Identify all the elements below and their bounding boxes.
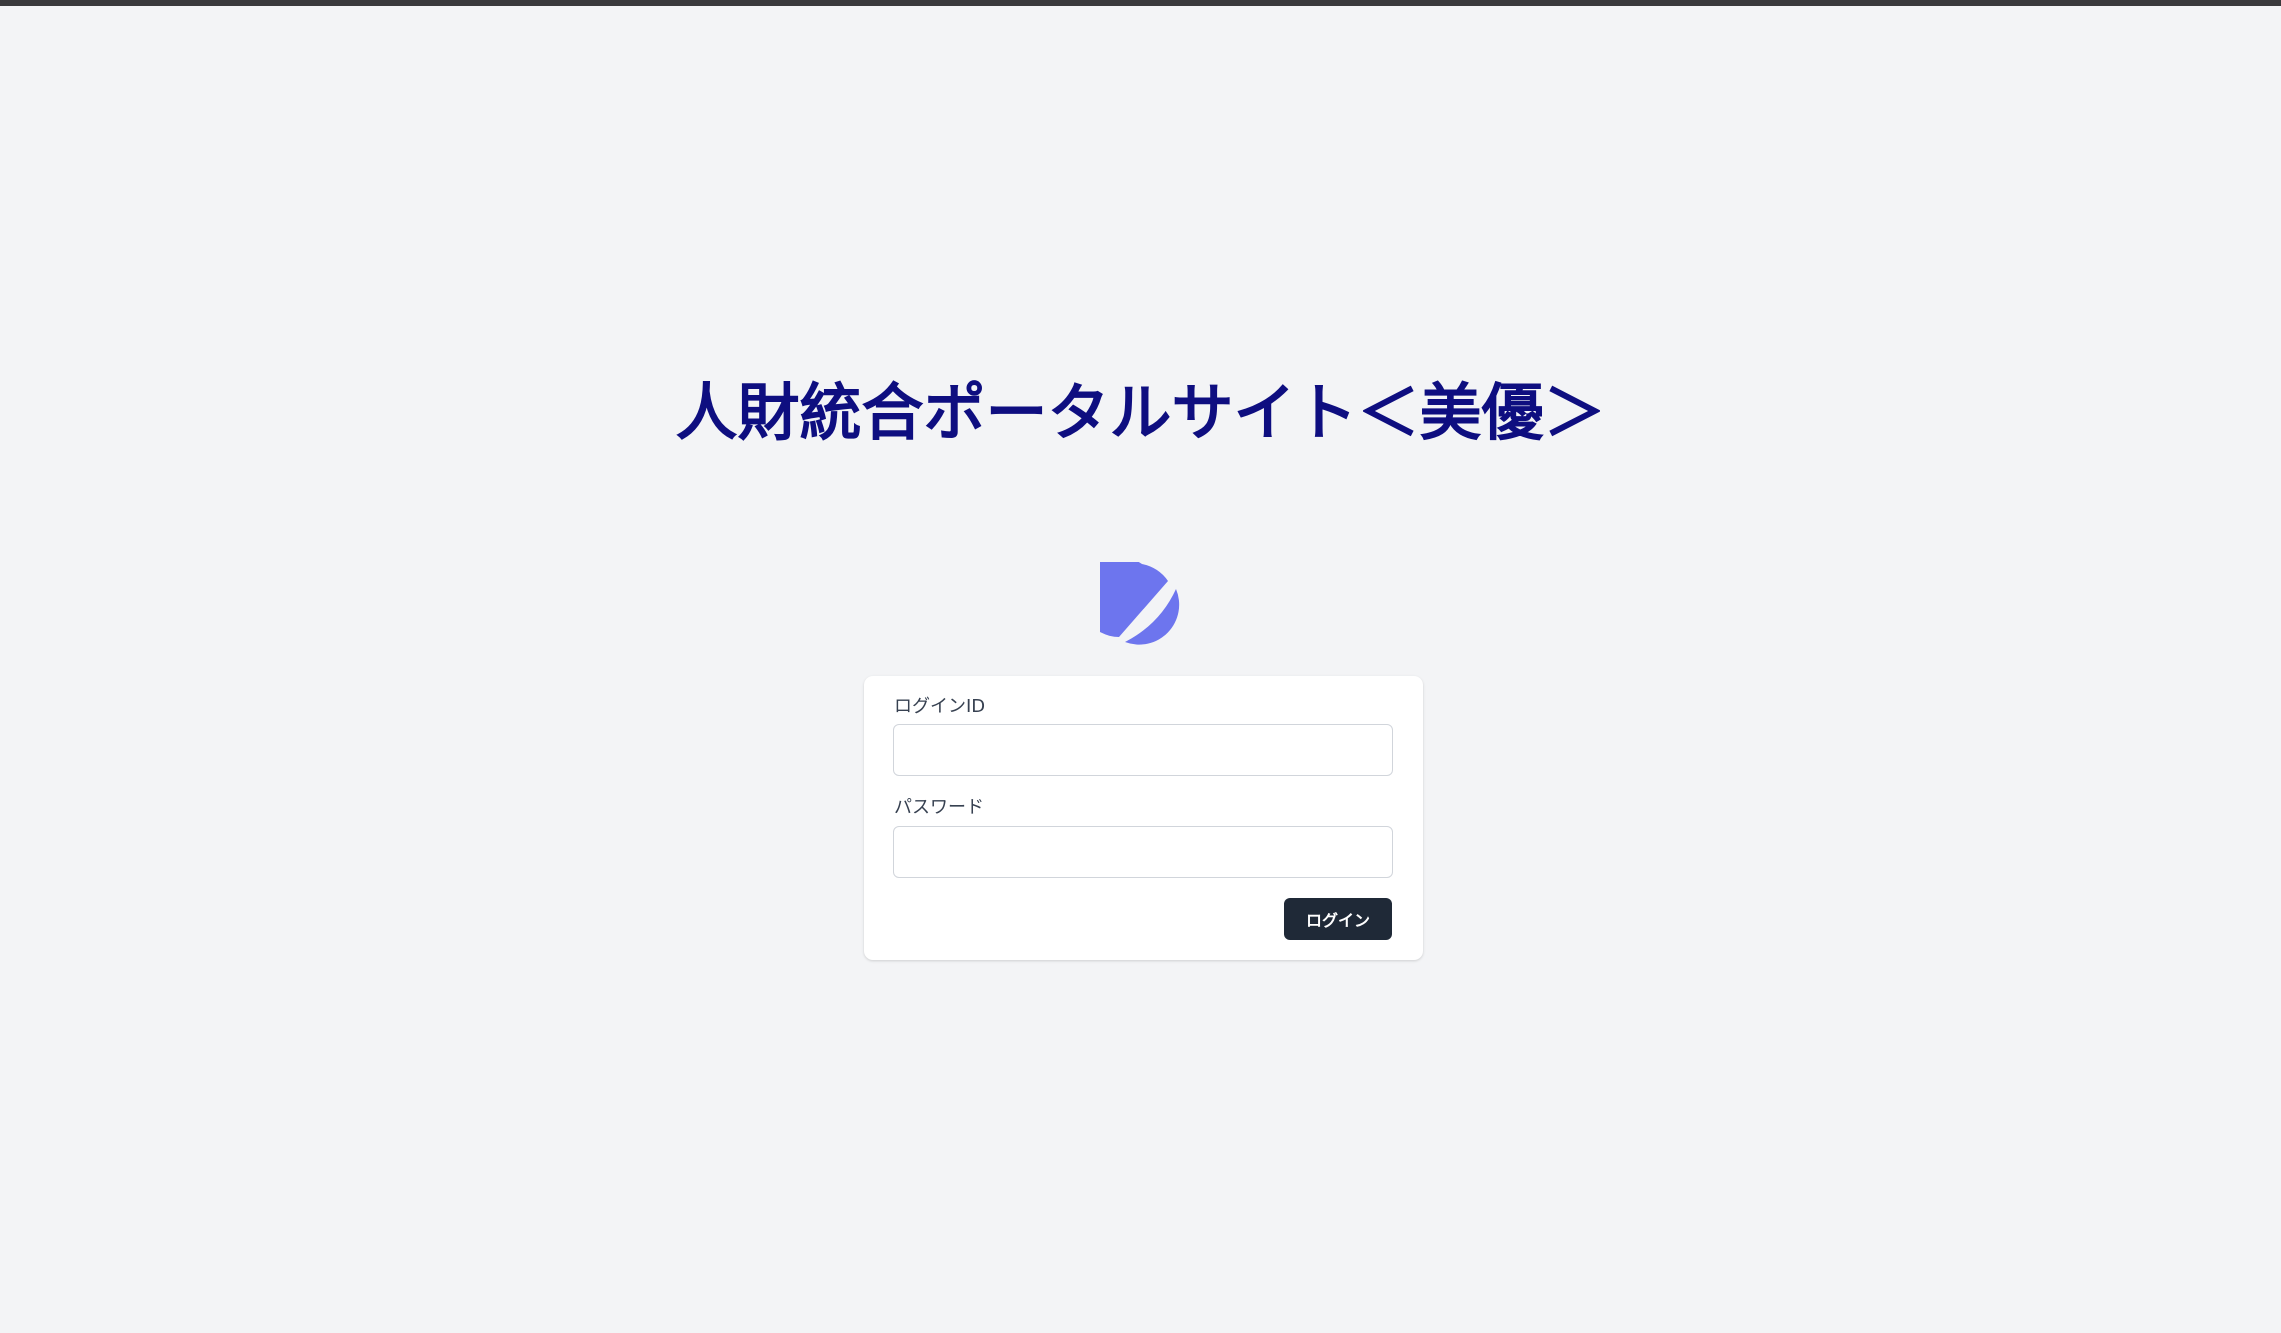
moon-logo-icon bbox=[1079, 557, 1184, 646]
login-button[interactable]: ログイン bbox=[1284, 898, 1392, 940]
browser-top-bar bbox=[0, 0, 2281, 6]
password-label: パスワード bbox=[894, 797, 984, 818]
password-input[interactable] bbox=[893, 826, 1393, 878]
page-title: 人財統合ポータルサイト＜美優＞ bbox=[675, 376, 1606, 449]
login-id-input[interactable] bbox=[893, 724, 1393, 776]
login-id-label: ログインID bbox=[894, 696, 986, 717]
login-card: ログインID パスワード ログイン bbox=[864, 676, 1423, 960]
